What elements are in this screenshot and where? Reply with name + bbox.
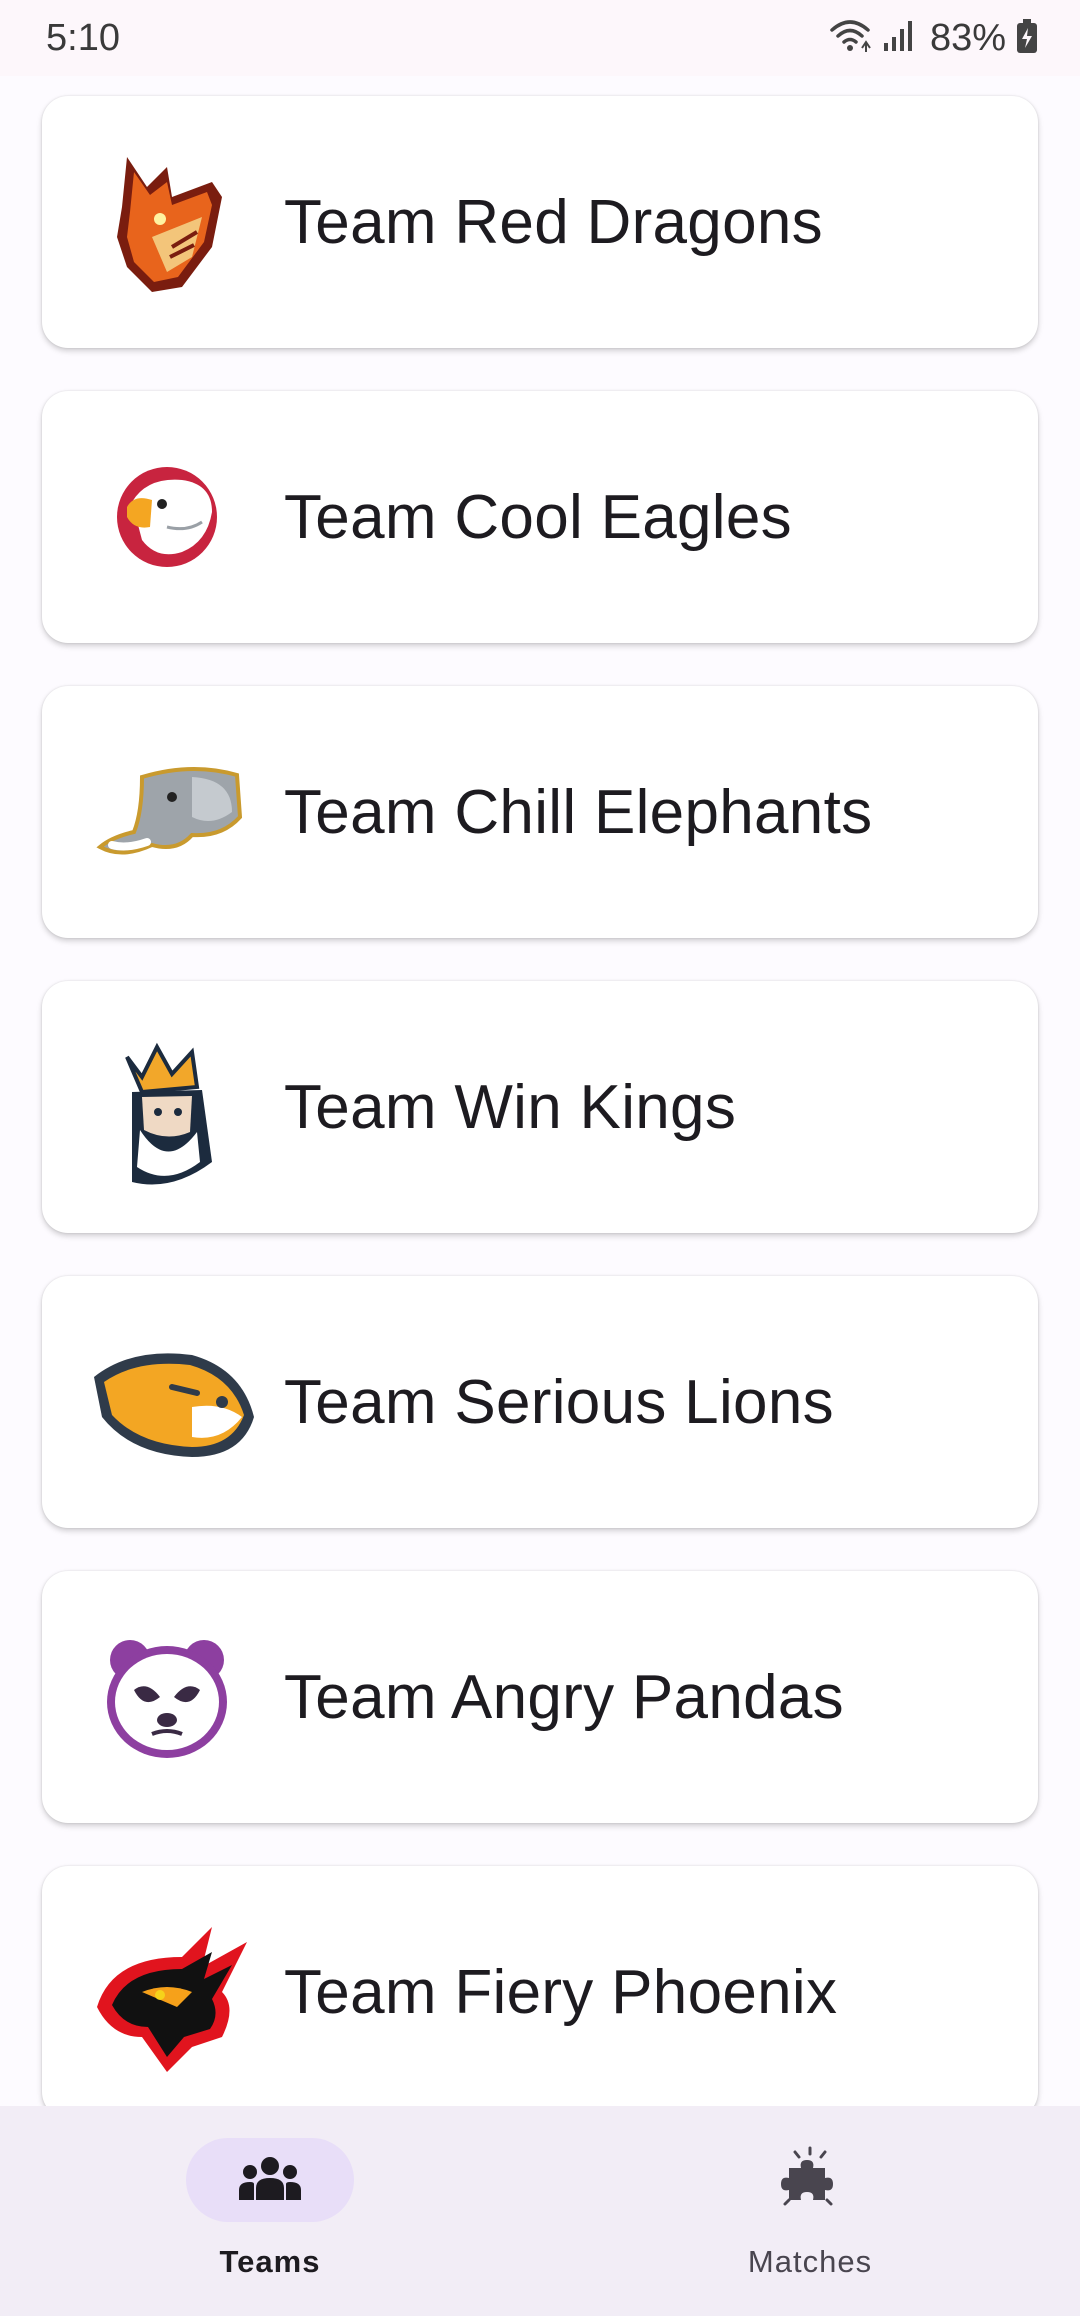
team-name: Team Serious Lions	[284, 1367, 834, 1437]
team-name: Team Angry Pandas	[284, 1662, 844, 1732]
team-card-red-dragons[interactable]: Team Red Dragons	[42, 96, 1038, 348]
battery-charging-icon	[1016, 18, 1038, 59]
puzzle-sparkle-icon	[775, 2146, 845, 2215]
nav-label-teams: Teams	[219, 2244, 321, 2279]
status-time: 5:10	[46, 16, 120, 59]
nav-indicator	[726, 2138, 894, 2222]
team-card-serious-lions[interactable]: Team Serious Lions	[42, 1276, 1038, 1528]
bottom-navigation: Teams Matches	[0, 2106, 1080, 2316]
team-card-angry-pandas[interactable]: Team Angry Pandas	[42, 1571, 1038, 1823]
groups-icon	[237, 2154, 303, 2207]
king-logo-icon	[72, 1012, 262, 1202]
elephant-logo-icon	[72, 717, 262, 907]
nav-label-matches: Matches	[747, 2244, 873, 2279]
team-name: Team Chill Elephants	[284, 777, 873, 847]
wifi-icon	[828, 18, 872, 59]
eagle-logo-icon	[72, 422, 262, 612]
team-name: Team Win Kings	[284, 1072, 737, 1142]
status-icons: 83%	[828, 17, 1038, 60]
team-name: Team Cool Eagles	[284, 482, 792, 552]
phoenix-logo-icon	[72, 1897, 262, 2087]
screen: 5:10 83% Team Red Dragons Team Cool Eagl…	[0, 0, 1080, 2316]
lion-logo-icon	[72, 1307, 262, 1497]
team-card-cool-eagles[interactable]: Team Cool Eagles	[42, 391, 1038, 643]
team-name: Team Fiery Phoenix	[284, 1957, 838, 2027]
status-bar: 5:10 83%	[0, 0, 1080, 76]
team-name: Team Red Dragons	[284, 187, 823, 257]
nav-active-indicator	[186, 2138, 354, 2222]
team-card-chill-elephants[interactable]: Team Chill Elephants	[42, 686, 1038, 938]
panda-logo-icon	[72, 1602, 262, 1792]
dragon-logo-icon	[72, 127, 262, 317]
signal-icon	[882, 19, 916, 58]
battery-percentage: 83%	[929, 16, 1006, 59]
nav-item-teams[interactable]: Teams	[0, 2106, 540, 2316]
team-card-win-kings[interactable]: Team Win Kings	[42, 981, 1038, 1233]
nav-item-matches[interactable]: Matches	[540, 2106, 1080, 2316]
team-card-fiery-phoenix[interactable]: Team Fiery Phoenix	[42, 1866, 1038, 2118]
